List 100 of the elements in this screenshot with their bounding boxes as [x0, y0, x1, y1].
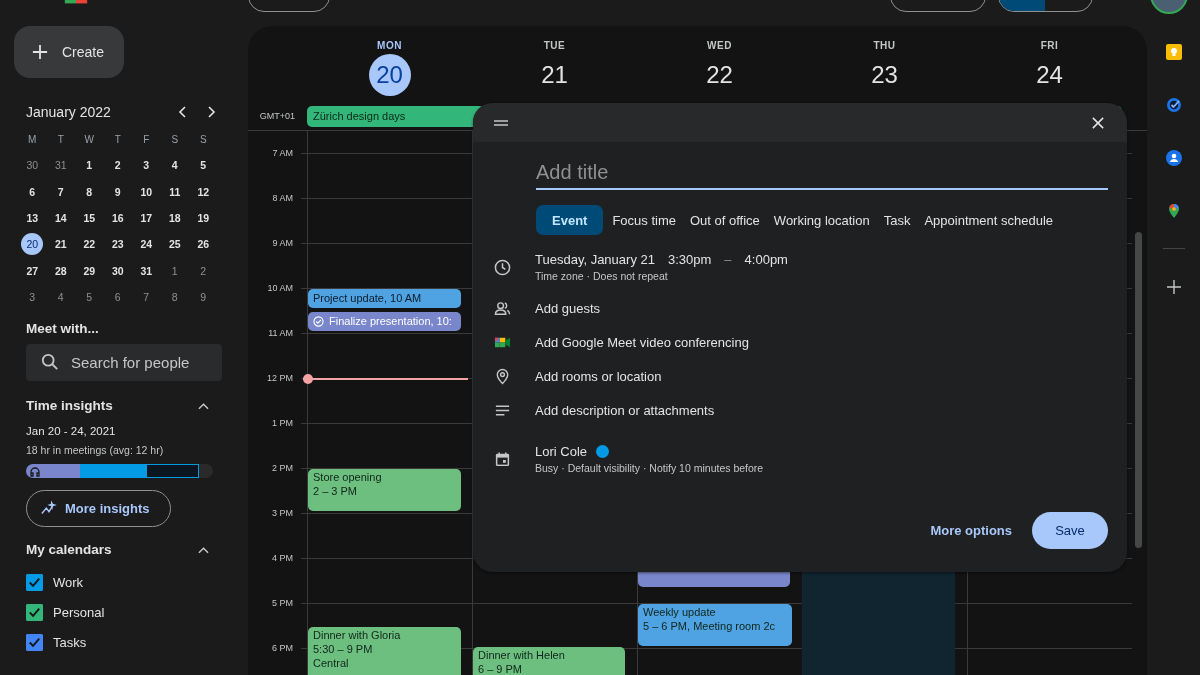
- end-time[interactable]: 4:00pm: [744, 252, 788, 267]
- hour-label: 6 PM: [271, 642, 293, 653]
- calendar-day[interactable]: 16: [106, 207, 129, 230]
- save-button[interactable]: Save: [1032, 512, 1108, 549]
- calendar-day[interactable]: 6: [106, 285, 129, 308]
- event-type-tab[interactable]: Focus time: [607, 205, 681, 235]
- calendar-day[interactable]: 5: [192, 154, 215, 177]
- start-time[interactable]: 3:30pm: [667, 252, 712, 267]
- calendar-day[interactable]: 12: [192, 180, 215, 203]
- calendar-day[interactable]: 6: [21, 180, 44, 203]
- calendar-day[interactable]: 9: [192, 285, 215, 308]
- event-block[interactable]: Weekly update 5 – 6 PM, Meeting room 2c: [638, 603, 792, 646]
- hour-label: 4 PM: [271, 552, 293, 563]
- day-number[interactable]: 20: [368, 54, 411, 96]
- calendar-day[interactable]: 1: [163, 259, 186, 282]
- hour-label: 9 AM: [271, 237, 293, 248]
- event-type-tab[interactable]: Appointment schedule: [919, 205, 1059, 235]
- event-block[interactable]: Dinner with Gloria 5:30 – 9 PM Central: [308, 626, 461, 675]
- calendar-owner[interactable]: Lori Cole: [535, 444, 588, 459]
- dialog-option[interactable]: Add rooms or location: [535, 368, 662, 384]
- title-input[interactable]: Add title: [536, 156, 1108, 190]
- weekday-label: S: [171, 133, 179, 145]
- event-block[interactable]: Dinner with Helen 6 – 9 PM: [473, 646, 625, 675]
- calendar-day[interactable]: 11: [163, 180, 186, 203]
- weekday-label: M: [28, 133, 37, 145]
- calendar-day[interactable]: 15: [78, 207, 101, 230]
- event-type-tab[interactable]: Working location: [768, 205, 875, 235]
- dialog-option[interactable]: Add Google Meet video conferencing: [535, 334, 749, 350]
- task-check-icon[interactable]: [1166, 97, 1182, 113]
- calendar-day[interactable]: 21: [49, 233, 72, 256]
- calendar-day[interactable]: 3: [135, 154, 158, 177]
- calendar-day[interactable]: 9: [106, 180, 129, 203]
- calendar-day[interactable]: 20: [21, 233, 44, 256]
- clock-icon: [494, 258, 511, 276]
- calendar-day[interactable]: 2: [192, 259, 215, 282]
- hour-label: 3 PM: [271, 507, 293, 518]
- checkbox[interactable]: [26, 573, 43, 591]
- event-type-tab[interactable]: Event: [536, 205, 604, 235]
- calendar-day[interactable]: 4: [163, 154, 186, 177]
- calendar-color-dot[interactable]: [596, 445, 610, 458]
- calendar-day[interactable]: 8: [163, 285, 186, 308]
- checkbox[interactable]: [26, 603, 43, 621]
- calendar-day[interactable]: 28: [49, 259, 72, 282]
- calendar-day[interactable]: 1: [78, 154, 101, 177]
- previous-month-icon[interactable]: [178, 106, 188, 118]
- calendar-day[interactable]: 7: [135, 285, 158, 308]
- calendar-day[interactable]: 2: [106, 154, 129, 177]
- calendar-day[interactable]: 26: [192, 233, 215, 256]
- calendar-day[interactable]: 25: [163, 233, 186, 256]
- day-number[interactable]: 21: [533, 54, 576, 96]
- map-pin-icon[interactable]: [1166, 203, 1182, 219]
- next-month-icon[interactable]: [206, 106, 216, 118]
- calendar-day[interactable]: 24: [135, 233, 158, 256]
- drag-handle-icon[interactable]: [494, 119, 508, 126]
- search-icon: [41, 353, 59, 372]
- section-title: Time insights: [26, 398, 113, 414]
- event-date[interactable]: Tuesday, January 21: [535, 252, 655, 267]
- hour-label: 7 AM: [271, 147, 293, 158]
- more-options-button[interactable]: More options: [930, 515, 1012, 546]
- calendar-day[interactable]: 7: [49, 180, 72, 203]
- event-type-tab[interactable]: Task: [878, 205, 916, 235]
- calendar-day[interactable]: 5: [78, 285, 101, 308]
- calendar-day[interactable]: 23: [106, 233, 129, 256]
- checkbox[interactable]: [26, 633, 43, 651]
- calendar-day[interactable]: 29: [78, 259, 101, 282]
- calendar-day[interactable]: 22: [78, 233, 101, 256]
- event-title: Weekly update: [643, 604, 717, 619]
- calendar-day[interactable]: 27: [21, 259, 44, 282]
- search-field[interactable]: Search for people: [26, 344, 222, 382]
- calendar-day[interactable]: 8: [78, 180, 101, 203]
- event-block[interactable]: Store opening 2 – 3 PM: [308, 468, 461, 511]
- day-number[interactable]: 24: [1028, 54, 1071, 96]
- scrollbar[interactable]: [1135, 232, 1142, 548]
- close-icon[interactable]: [1092, 116, 1104, 129]
- calendar-day[interactable]: 18: [163, 207, 186, 230]
- calendar-day[interactable]: 4: [49, 285, 72, 308]
- calendar-day[interactable]: 30: [21, 154, 44, 177]
- contact-icon[interactable]: [1166, 150, 1182, 166]
- day-number[interactable]: 23: [863, 54, 906, 96]
- dialog-option[interactable]: Add guests: [535, 300, 601, 316]
- weekday-label: FRI: [1040, 40, 1059, 51]
- day-number[interactable]: 22: [698, 54, 741, 96]
- calendar-day[interactable]: 30: [106, 259, 129, 282]
- calendar-day[interactable]: 13: [21, 207, 44, 230]
- calendar-day[interactable]: 3: [21, 285, 44, 308]
- month-title: January 2022: [26, 104, 112, 120]
- calendar-day[interactable]: 10: [135, 180, 158, 203]
- calendar-day[interactable]: 31: [49, 154, 72, 177]
- dialog-option[interactable]: Add description or attachments: [535, 402, 715, 418]
- create-button[interactable]: Create: [14, 26, 124, 78]
- collapse-icon[interactable]: [198, 401, 209, 410]
- collapse-icon[interactable]: [198, 545, 209, 554]
- event-type-tab[interactable]: Out of office: [685, 205, 765, 235]
- calendar-day[interactable]: 14: [49, 207, 72, 230]
- calendar-day[interactable]: 19: [192, 207, 215, 230]
- calendar-day[interactable]: 17: [135, 207, 158, 230]
- event-title: Dinner with Gloria: [313, 627, 402, 642]
- plus-icon[interactable]: [1166, 279, 1182, 295]
- calendar-day[interactable]: 31: [135, 259, 158, 282]
- event-time: 6 – 9 PM: [478, 661, 524, 675]
